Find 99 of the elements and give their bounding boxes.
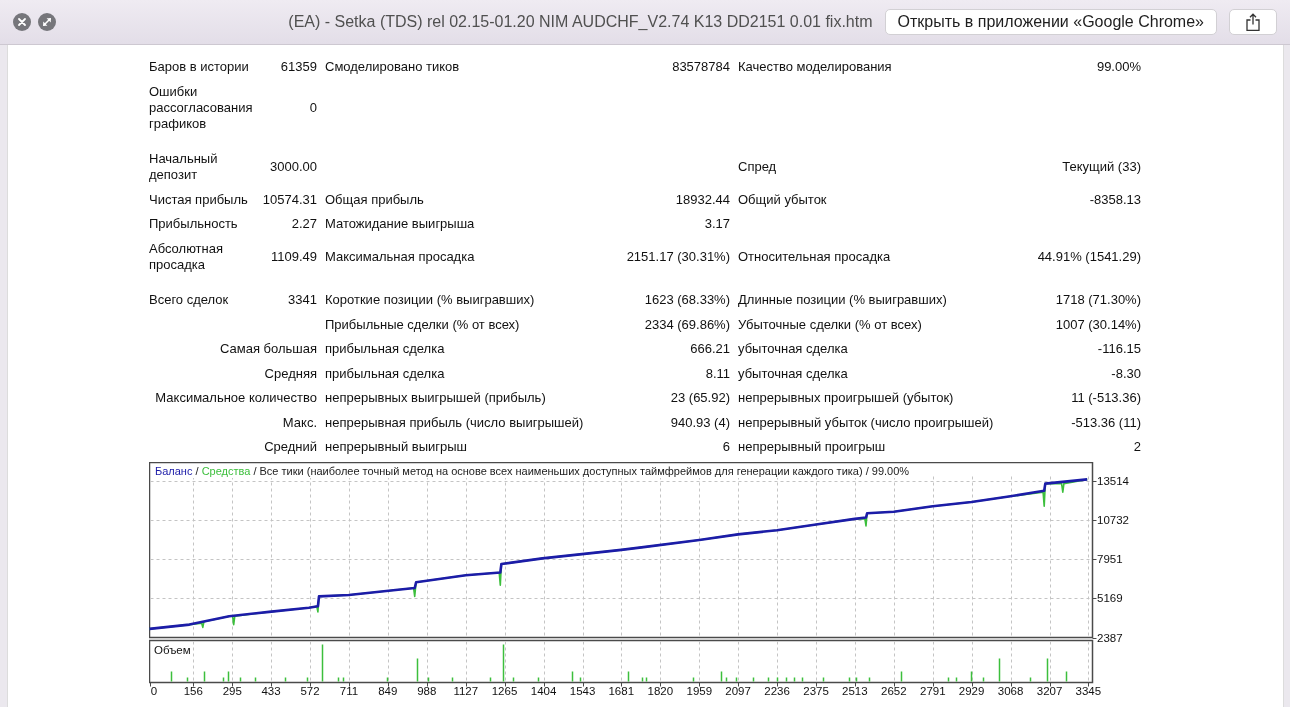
stat-value: 1007 (30.14%) — [1054, 315, 1141, 334]
x-axis-label: 3207 — [1036, 684, 1063, 697]
stat-value: -513.36 (11) — [1070, 413, 1141, 432]
stat-value: 0 — [308, 98, 317, 117]
y-axis-label: 2387 — [1097, 631, 1123, 643]
x-axis-label: 0 — [150, 684, 158, 697]
stat-value: 11 (-513.36) — [1070, 389, 1141, 408]
y-axis-label: 13514 — [1097, 474, 1129, 487]
stat-label: Начальный депозит — [149, 150, 219, 185]
stat-value: 1718 (71.30%) — [1054, 291, 1141, 310]
close-icon[interactable] — [13, 13, 31, 31]
stat-value: 83578784 — [671, 58, 730, 77]
stat-label: непрерывный проигрыш — [737, 438, 887, 457]
x-axis-label: 988 — [417, 684, 437, 697]
stat-value: 2334 (69.86%) — [643, 315, 730, 334]
x-axis-label: 2791 — [920, 684, 946, 697]
stat-label: Общий убыток — [737, 190, 828, 209]
stat-value: 10574.31 — [261, 190, 317, 209]
stat-label: непрерывный убыток (число проигрышей) — [737, 413, 995, 432]
stat-label: Короткие позиции (% выигравших) — [324, 291, 536, 310]
stat-value: 6 — [721, 438, 730, 457]
stat-label: Макс. — [281, 413, 317, 432]
y-axis-label: 5169 — [1097, 591, 1123, 604]
x-axis-label: 3068 — [997, 684, 1024, 697]
stat-label: Максимальная просадка — [324, 247, 476, 266]
stat-label: убыточная сделка — [737, 364, 849, 383]
stat-value: 61359 — [279, 58, 317, 77]
fullscreen-icon[interactable] — [38, 13, 56, 31]
x-axis-label: 711 — [339, 684, 359, 697]
stat-label: Прибыльность — [149, 215, 239, 234]
stat-value: 8.11 — [704, 364, 730, 383]
stat-label: Смоделировано тиков — [324, 58, 461, 77]
stat-label: убыточная сделка — [737, 340, 849, 359]
stat-label: Средний — [263, 438, 317, 457]
stat-label: Всего сделок — [149, 291, 230, 310]
x-axis-label: 1265 — [491, 684, 518, 697]
stat-label: Спред — [737, 158, 778, 177]
stat-label: Убыточные сделки (% от всех) — [737, 315, 923, 334]
share-icon — [1246, 13, 1260, 31]
stat-value: -116.15 — [1096, 340, 1141, 359]
x-axis-label: 2513 — [842, 684, 868, 697]
stat-label: Общая прибыль — [324, 190, 425, 209]
stat-value: 3341 — [287, 291, 317, 310]
stat-label: Матожидание выигрыша — [324, 215, 476, 234]
y-axis-label: 10732 — [1097, 513, 1129, 526]
share-button[interactable] — [1229, 9, 1277, 35]
x-axis-label: 1959 — [686, 684, 713, 697]
x-axis-label: 1127 — [453, 684, 479, 697]
stat-value: 2 — [1132, 438, 1141, 457]
stat-label: Максимальное количество — [154, 389, 317, 408]
stat-label: непрерывных проигрышей (убыток) — [737, 389, 955, 408]
stat-label: непрерывная прибыль (число выигрышей) — [324, 413, 585, 432]
stat-label: Прибыльные сделки (% от всех) — [324, 315, 521, 334]
stat-label: Качество моделирования — [737, 58, 893, 77]
stat-label: Средняя — [263, 364, 317, 383]
stat-label: Ошибки рассогласования графиков — [149, 82, 254, 133]
x-axis-label: 1820 — [647, 684, 674, 697]
stat-label: прибыльная сделка — [324, 340, 446, 359]
x-axis-label: 849 — [378, 684, 398, 697]
x-axis-label: 2236 — [764, 684, 790, 697]
stat-label: Баров в истории — [149, 58, 250, 77]
open-in-app-button[interactable]: Открыть в приложении «Google Chrome» — [884, 9, 1217, 35]
stat-value: -8.30 — [1110, 364, 1141, 383]
stat-value: 3000.00 — [269, 158, 317, 177]
stat-label: прибыльная сделка — [324, 364, 446, 383]
stat-label: непрерывных выигрышей (прибыль) — [324, 389, 547, 408]
stat-label: Относительная просадка — [737, 247, 892, 266]
x-axis-label: 2929 — [958, 684, 985, 697]
stat-label: Чистая прибыль — [149, 190, 249, 209]
x-axis-label: 433 — [261, 684, 281, 697]
x-axis-label: 2375 — [803, 684, 829, 697]
x-axis-label: 1404 — [530, 684, 557, 697]
x-axis-label: 1543 — [569, 684, 596, 697]
x-axis-label: 2652 — [881, 684, 907, 697]
stat-value: 666.21 — [689, 340, 730, 359]
stat-value: 18932.44 — [674, 190, 730, 209]
x-axis-label: 2097 — [725, 684, 751, 697]
stat-value: 2151.17 (30.31%) — [625, 247, 730, 266]
x-axis-label: 1681 — [608, 684, 635, 697]
stat-label: непрерывный выигрыш — [324, 438, 469, 457]
stat-value: 99.00% — [1095, 58, 1141, 77]
x-axis-label: 295 — [222, 684, 242, 697]
stat-value: 3.17 — [703, 215, 730, 234]
stat-value: -8358.13 — [1088, 190, 1141, 209]
stat-value: Текущий (33) — [1061, 158, 1141, 177]
x-axis-label: 572 — [300, 684, 320, 697]
stat-value: 23 (65.92) — [669, 389, 730, 408]
stat-value: 1623 (68.33%) — [643, 291, 730, 310]
x-axis-label: 3345 — [1075, 684, 1102, 697]
window-title: (EA) - Setka (TDS) rel 02.15-01.20 NIM AUDCHF_V2.74 K13 DD2151 0.01 fix.htm — [287, 13, 874, 31]
stat-value: 940.93 (4) — [669, 413, 730, 432]
stat-label: Длинные позиции (% выигравших) — [737, 291, 948, 310]
stat-value: 44.91% (1541.29) — [1036, 247, 1141, 266]
y-axis-label: 7951 — [1097, 552, 1123, 565]
stat-value: 2.27 — [290, 215, 317, 234]
stat-label: Самая большая — [218, 340, 317, 359]
stat-label: Абсолютная просадка — [149, 239, 224, 274]
x-axis-label: 156 — [183, 684, 203, 697]
stat-value: 1109.49 — [269, 247, 317, 266]
